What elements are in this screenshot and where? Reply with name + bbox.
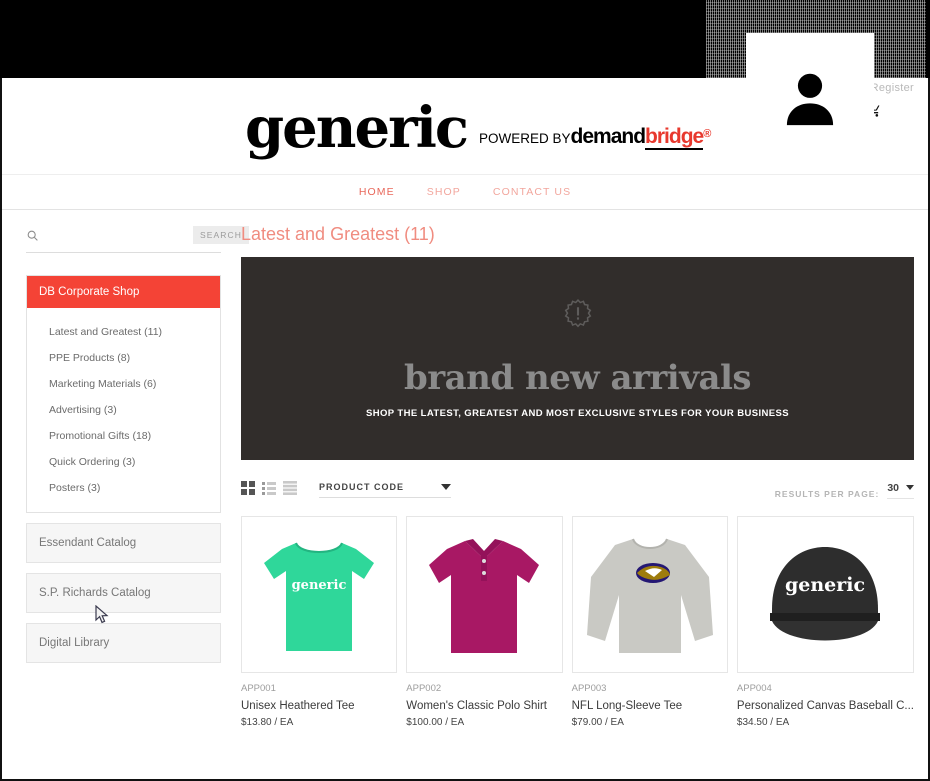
results-per-page-label: RESULTS PER PAGE: (774, 488, 880, 499)
product-image-green-tee[interactable]: generic (241, 516, 398, 673)
list-item: Advertising (3) (27, 396, 220, 422)
product-card: APP003 NFL Long-Sleeve Tee $79.00 / EA (571, 516, 728, 728)
nav-item-contact-us[interactable]: CONTACT US (493, 186, 571, 198)
list-item: Promotional Gifts (18) (27, 422, 220, 448)
list-item: Posters (3) (27, 474, 220, 500)
main-navigation: HOME SHOP CONTACT US (2, 174, 928, 210)
sidebar-panel-essendant-catalog[interactable]: Essendant Catalog (26, 523, 221, 563)
product-price: $100.00 / EA (406, 717, 465, 728)
product-name[interactable]: NFL Long-Sleeve Tee (572, 700, 728, 712)
page-content: SEARCH DB Corporate Shop Latest and Grea… (2, 210, 928, 779)
site-logo[interactable]: generic POWERED BYdemandbridge® (245, 100, 711, 156)
product-code: APP001 (241, 683, 276, 694)
sidebar-item-latest-and-greatest[interactable]: Latest and Greatest (11) (49, 326, 162, 338)
list-view-icon[interactable] (262, 481, 276, 500)
grid-view-icon[interactable] (241, 480, 255, 500)
product-card: APP002 Women's Classic Polo Shirt $100.0… (406, 516, 563, 728)
sidebar-item-posters[interactable]: Posters (3) (49, 482, 100, 494)
sidebar-item-promotional-gifts[interactable]: Promotional Gifts (18) (49, 430, 151, 442)
product-name[interactable]: Personalized Canvas Baseball C... (737, 700, 914, 712)
bridge-text: bridge (645, 125, 704, 150)
sidebar-item-marketing-materials[interactable]: Marketing Materials (6) (49, 378, 156, 390)
product-price: $79.00 / EA (571, 717, 624, 728)
product-toolbar: PRODUCT CODE RESULTS PER PAGE: 30 (241, 476, 914, 504)
nav-item-shop[interactable]: SHOP (427, 186, 461, 198)
view-toggle-group (241, 480, 297, 500)
powered-by-prefix: POWERED BY (479, 131, 571, 146)
product-image-black-cap[interactable]: generic (736, 516, 914, 673)
category-list: Latest and Greatest (11) PPE Products (8… (27, 308, 220, 512)
svg-text:generic: generic (292, 578, 347, 593)
logo-wordmark: generic (245, 95, 469, 161)
search-input[interactable] (39, 229, 193, 241)
results-per-page-value: 30 (887, 481, 899, 494)
chevron-down-icon (441, 484, 451, 490)
svg-text:generic: generic (785, 574, 865, 596)
results-per-page-dropdown[interactable]: 30 (887, 482, 914, 499)
banner-subtitle: SHOP THE LATEST, GREATEST AND MOST EXCLU… (366, 407, 789, 419)
list-item: Marketing Materials (6) (27, 370, 220, 396)
product-card: generic APP001 Unisex Heathered Tee $13.… (241, 516, 398, 728)
category-card: DB Corporate Shop Latest and Greatest (1… (26, 275, 221, 513)
sidebar-item-ppe-products[interactable]: PPE Products (8) (49, 352, 130, 364)
product-price: $34.50 / EA (736, 717, 790, 728)
sidebar-panel-digital-library[interactable]: Digital Library (26, 623, 221, 663)
list-item: Quick Ordering (3) (27, 448, 220, 474)
main-column: Latest and Greatest (11) brand new arriv… (241, 224, 914, 728)
sidebar-search: SEARCH (26, 224, 250, 253)
demand-text: demand (570, 125, 647, 148)
chevron-down-icon (906, 485, 914, 490)
list-item: PPE Products (8) (27, 344, 220, 370)
product-card: generic APP004 Personalized Canvas Baseb… (736, 516, 914, 728)
page-title: Latest and Greatest (11) (241, 224, 435, 244)
product-image-gray-longsleeve[interactable] (571, 516, 728, 673)
product-grid: generic APP001 Unisex Heathered Tee $13.… (241, 516, 914, 728)
sidebar-item-quick-ordering[interactable]: Quick Ordering (3) (49, 456, 135, 468)
sidebar-item-advertising[interactable]: Advertising (3) (49, 404, 117, 416)
search-icon (26, 229, 39, 242)
person-icon (786, 73, 834, 125)
list-item: Latest and Greatest (11) (27, 318, 220, 344)
registered-mark: ® (703, 128, 712, 140)
sort-dropdown[interactable]: PRODUCT CODE (319, 482, 451, 498)
sidebar-panel-sp-richards-catalog[interactable]: S.P. Richards Catalog (26, 573, 221, 613)
sort-dropdown-value: PRODUCT CODE (319, 482, 405, 492)
product-code: APP002 (406, 683, 442, 694)
sidebar: SEARCH DB Corporate Shop Latest and Grea… (26, 224, 250, 663)
hero-banner[interactable]: brand new arrivals SHOP THE LATEST, GREA… (241, 257, 914, 460)
page-root: generic POWERED BYdemandbridge® / Regist… (0, 0, 930, 781)
product-image-magenta-polo[interactable] (406, 516, 563, 673)
product-code: APP004 (736, 683, 772, 694)
account-avatar-overlay[interactable] (746, 33, 874, 164)
banner-title: brand new arrivals (403, 357, 752, 398)
category-header-db-corporate-shop[interactable]: DB Corporate Shop (27, 276, 220, 308)
powered-by-demandbridge: POWERED BYdemandbridge® (479, 125, 712, 150)
results-per-page: RESULTS PER PAGE: 30 (775, 482, 914, 499)
product-price: $13.80 / EA (241, 717, 294, 728)
compact-view-icon[interactable] (283, 480, 297, 500)
product-name[interactable]: Unisex Heathered Tee (241, 700, 397, 712)
nav-item-home[interactable]: HOME (359, 186, 395, 198)
exclamation-badge-icon (563, 298, 593, 334)
product-name[interactable]: Women's Classic Polo Shirt (406, 700, 562, 712)
product-code: APP003 (571, 683, 607, 694)
